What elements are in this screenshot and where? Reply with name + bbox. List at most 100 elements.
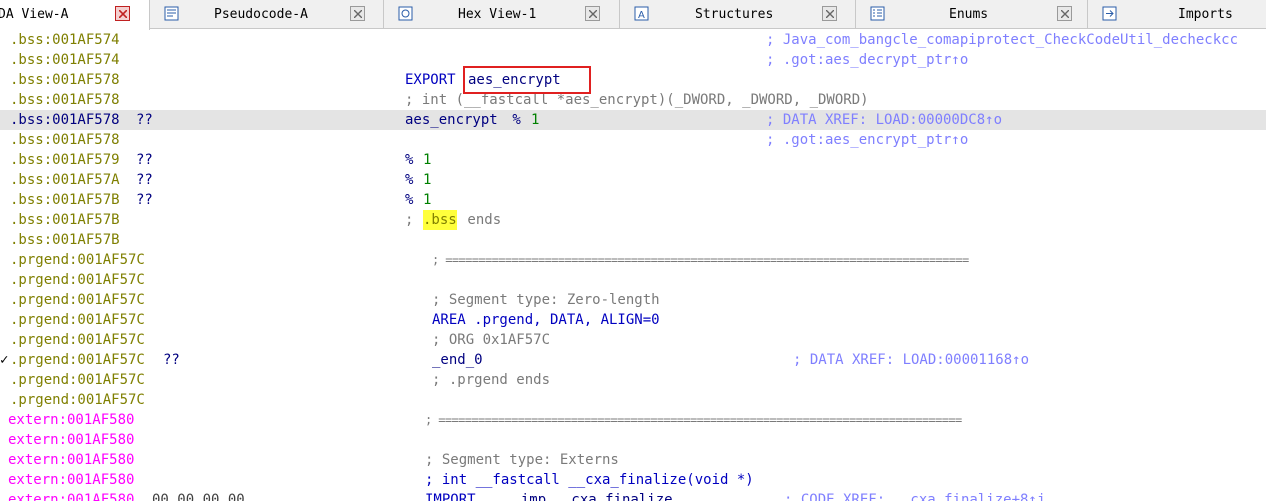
tab-bar: DA View-A Pseudocode-A Hex View-1 A Stru… <box>0 0 1266 30</box>
line-address: .prgend:001AF57C <box>10 292 145 308</box>
operand-value: 1 <box>531 112 540 128</box>
line-bytes: ?? <box>136 112 153 128</box>
line-address: .prgend:001AF57C <box>10 312 145 328</box>
line-bytes: 00 00 00 00 <box>152 492 245 501</box>
tab-imports[interactable]: Imports <box>1088 0 1266 29</box>
line-bytes: ?? <box>136 172 153 188</box>
tab-enums[interactable]: Enums <box>856 0 1088 29</box>
listing-line[interactable]: ✓ .prgend:001AF57C ?? _end_0 ; DATA XREF… <box>0 350 1266 370</box>
line-address: .prgend:001AF57C <box>10 252 145 268</box>
line-address: .bss:001AF578 <box>10 72 120 88</box>
line-address: .bss:001AF578 <box>10 132 120 148</box>
listing-line[interactable]: .bss:001AF578 ; int (__fastcall *aes_enc… <box>0 90 1266 110</box>
symbol-name[interactable]: _end_0 <box>432 350 483 370</box>
listing-line[interactable]: .bss:001AF578 ; .got:aes_encrypt_ptr↑o <box>0 130 1266 150</box>
line-address: extern:001AF580 <box>8 472 135 488</box>
listing-line[interactable]: extern:001AF580 <box>0 430 1266 450</box>
close-icon[interactable] <box>115 6 130 21</box>
listing-line[interactable]: .bss:001AF579 ?? % 1 <box>0 150 1266 170</box>
line-address: .prgend:001AF57C <box>10 352 145 368</box>
check-mark-icon: ✓ <box>0 352 9 368</box>
listing-line-selected[interactable]: .bss:001AF578 ?? aes_encrypt % 1 ; DATA … <box>0 110 1266 130</box>
listing-line[interactable]: extern:001AF580 ; ======================… <box>0 410 1266 430</box>
tab-label: Hex View-1 <box>458 7 537 22</box>
close-icon[interactable] <box>1057 6 1072 21</box>
disassembly-listing[interactable]: .bss:001AF574 ; Java_com_bangcle_comapip… <box>0 30 1266 501</box>
line-address: .bss:001AF578 <box>10 92 120 108</box>
listing-line[interactable]: .bss:001AF57B <box>0 230 1266 250</box>
listing-line[interactable]: extern:001AF580 00 00 00 00 IMPORT __imp… <box>0 490 1266 501</box>
segment-end-comment: ; .prgend ends <box>432 372 551 388</box>
operator: % <box>405 152 422 168</box>
tab-structures[interactable]: A Structures <box>620 0 856 29</box>
line-address: extern:001AF580 <box>8 432 135 448</box>
listing-line[interactable]: .prgend:001AF57C AREA .prgend, DATA, ALI… <box>0 310 1266 330</box>
pseudocode-icon <box>164 6 179 21</box>
close-icon[interactable] <box>822 6 837 21</box>
line-comment: ; Java_com_bangcle_comapiprotect_CheckCo… <box>766 32 1239 48</box>
operand-value: 1 <box>423 152 432 168</box>
listing-line[interactable]: .prgend:001AF57C ; .prgend ends <box>0 370 1266 390</box>
imports-icon <box>1102 6 1117 21</box>
listing-line[interactable]: .prgend:001AF57C ; ORG 0x1AF57C <box>0 330 1266 350</box>
operator: % <box>504 112 530 128</box>
tab-label: Enums <box>949 7 989 22</box>
tab-hex-view-1[interactable]: Hex View-1 <box>384 0 620 29</box>
line-address: .prgend:001AF57C <box>10 392 145 408</box>
tab-ida-view-a[interactable]: DA View-A <box>0 0 150 30</box>
segment-type-comment: ; Segment type: Zero-length <box>432 292 660 308</box>
export-keyword: EXPORT <box>405 72 456 88</box>
segment-comment-suffix: ends <box>459 212 502 228</box>
line-address: .prgend:001AF57C <box>10 332 145 348</box>
line-comment[interactable]: ; .got:aes_encrypt_ptr↑o <box>766 130 968 150</box>
listing-line[interactable]: .bss:001AF574 ; Java_com_bangcle_comapip… <box>0 30 1266 50</box>
listing-line[interactable]: .bss:001AF578 EXPORT aes_encrypt <box>0 70 1266 90</box>
segment-type-comment: ; Segment type: Externs <box>425 452 619 468</box>
area-directive: AREA .prgend, DATA, ALIGN=0 <box>432 312 660 328</box>
xref-comment[interactable]: ; DATA XREF: LOAD:00000DC8↑o <box>766 110 1002 130</box>
listing-line[interactable]: .bss:001AF57B ?? % 1 <box>0 190 1266 210</box>
xref-comment[interactable]: ; CODE XREF: __cxa_finalize+8↑j <box>784 490 1045 501</box>
line-address: .prgend:001AF57C <box>10 372 145 388</box>
xref-comment[interactable]: ; DATA XREF: LOAD:00001168↑o <box>793 350 1029 370</box>
listing-line[interactable]: .prgend:001AF57C <box>0 270 1266 290</box>
tab-label: Structures <box>695 7 774 22</box>
operator: % <box>405 192 422 208</box>
line-address: .prgend:001AF57C <box>10 272 145 288</box>
line-address: extern:001AF580 <box>8 452 135 468</box>
line-address: .bss:001AF579 <box>10 152 120 168</box>
listing-line[interactable]: .bss:001AF574 ; .got:aes_decrypt_ptr↑o <box>0 50 1266 70</box>
line-address: .bss:001AF578 <box>10 112 120 128</box>
svg-text:A: A <box>638 10 645 21</box>
line-bytes: ?? <box>163 352 180 368</box>
line-address: .bss:001AF57A <box>10 172 120 188</box>
listing-line[interactable]: .bss:001AF57A ?? % 1 <box>0 170 1266 190</box>
segment-separator: ; ======================================… <box>432 253 969 267</box>
highlight-box <box>463 66 591 94</box>
line-address: extern:001AF580 <box>8 492 135 501</box>
close-icon[interactable] <box>350 6 365 21</box>
segment-comment-prefix: ; <box>405 212 422 228</box>
tab-label: Pseudocode-A <box>214 7 308 22</box>
line-bytes: ?? <box>136 192 153 208</box>
structures-icon: A <box>634 6 649 21</box>
line-address: .bss:001AF57B <box>10 212 120 228</box>
symbol-name[interactable]: __imp___cxa_finalize <box>504 490 673 501</box>
listing-line[interactable]: .bss:001AF57B ; .bss ends <box>0 210 1266 230</box>
tab-label: Imports <box>1178 7 1233 22</box>
operator: % <box>405 172 422 188</box>
tab-label: DA View-A <box>0 7 69 22</box>
listing-line[interactable]: .prgend:001AF57C ; Segment type: Zero-le… <box>0 290 1266 310</box>
function-prototype: ; int __fastcall __cxa_finalize(void *) <box>425 472 754 488</box>
listing-line[interactable]: extern:001AF580 ; Segment type: Externs <box>0 450 1266 470</box>
listing-line[interactable]: .prgend:001AF57C <box>0 390 1266 410</box>
symbol-name[interactable]: aes_encrypt <box>405 110 498 130</box>
segment-separator: ; ======================================… <box>425 413 962 427</box>
close-icon[interactable] <box>585 6 600 21</box>
listing-line[interactable]: extern:001AF580 ; int __fastcall __cxa_f… <box>0 470 1266 490</box>
line-address: .bss:001AF57B <box>10 192 120 208</box>
listing-line[interactable]: .prgend:001AF57C ; =====================… <box>0 250 1266 270</box>
segment-name-highlight[interactable]: .bss <box>423 210 457 230</box>
tab-pseudocode-a[interactable]: Pseudocode-A <box>150 0 384 29</box>
import-keyword: IMPORT <box>425 492 476 501</box>
